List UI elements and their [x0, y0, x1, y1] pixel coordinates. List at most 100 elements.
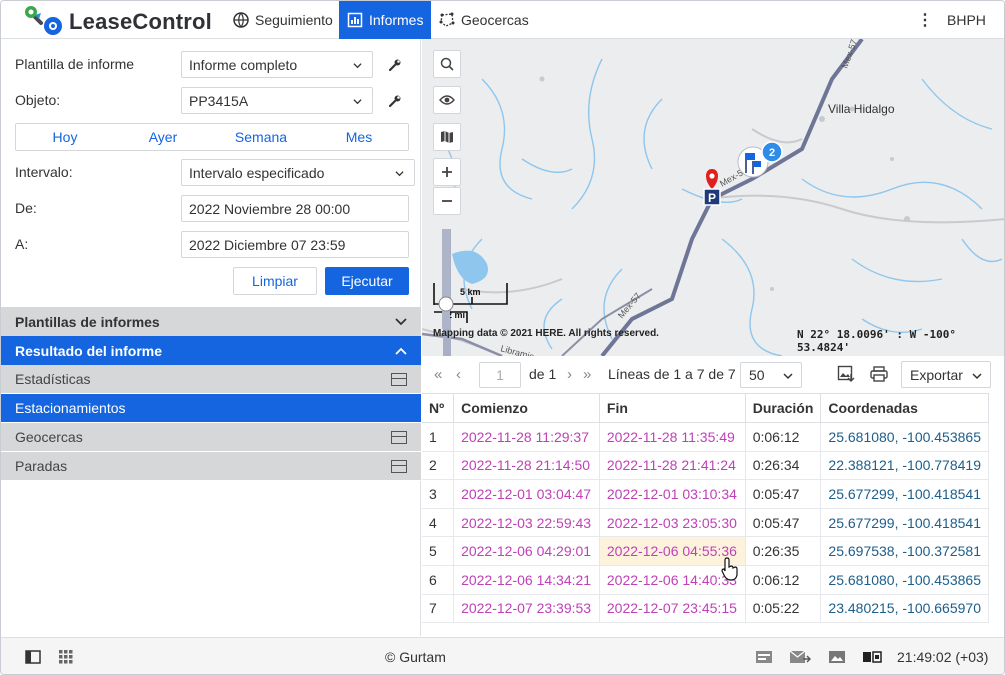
period-mes-button[interactable]: Mes [310, 124, 408, 150]
apps-grid-icon[interactable] [59, 650, 73, 664]
gallery-icon[interactable] [828, 650, 846, 664]
from-label: De: [15, 200, 37, 216]
lines-info: Líneas de 1 a 7 de 7 [608, 366, 736, 382]
column-header-end[interactable]: Fin [599, 393, 746, 423]
from-date-input[interactable]: 2022 Noviembre 28 00:00 [181, 195, 409, 222]
map-layers-button[interactable] [433, 123, 461, 151]
cell-duration: 0:06:12 [745, 422, 822, 452]
table-row[interactable]: 4 2022-12-03 22:59:43 2022-12-03 23:05:30 0… [422, 508, 989, 538]
zoom-slider-handle[interactable] [438, 296, 454, 312]
cell-number: 4 [422, 508, 455, 538]
user-menu[interactable]: BHPH [947, 12, 986, 28]
zoom-out-button[interactable] [433, 187, 461, 215]
column-header-duration[interactable]: Duración [745, 393, 822, 423]
cell-end[interactable]: 2022-11-28 21:41:24 [599, 451, 746, 481]
map-visibility-button[interactable] [433, 86, 461, 114]
nav-tab-seguimiento[interactable]: Seguimiento [225, 1, 341, 39]
nav-tab-label: Geocercas [461, 12, 529, 28]
table-row[interactable]: 6 2022-12-06 14:34:21 2022-12-06 14:40:33 0… [422, 565, 989, 595]
zoom-in-button[interactable] [433, 158, 461, 186]
eye-icon [439, 95, 455, 105]
table-row[interactable]: 5 2022-12-06 04:29:01 2022-12-06 04:55:36 0… [422, 536, 989, 566]
page-number-input[interactable]: 1 [479, 362, 521, 388]
cell-start[interactable]: 2022-11-28 11:29:37 [453, 422, 600, 452]
last-page-icon[interactable]: » [583, 366, 591, 383]
export-button[interactable]: Exportar [901, 361, 991, 388]
rows-per-page-select[interactable]: 50 [740, 362, 802, 388]
server-clock: 21:49:02 (+03) [897, 649, 989, 665]
cell-start[interactable]: 2022-12-07 23:39:53 [453, 594, 600, 624]
result-item-label: Geocercas [15, 429, 83, 445]
cell-end[interactable]: 2022-12-01 03:10:34 [599, 479, 746, 509]
messages-icon[interactable] [789, 650, 811, 664]
cell-coordinates[interactable]: 25.677299, -100.418541 [820, 479, 989, 509]
app-window: LeaseControl Seguimiento Informes Geocer… [0, 0, 1005, 675]
parking-marker-icon[interactable]: P [703, 188, 721, 206]
prev-page-icon[interactable]: ‹ [456, 366, 461, 383]
map-search-button[interactable] [433, 50, 461, 78]
period-hoy-button[interactable]: Hoy [16, 124, 114, 150]
panel-toggle-icon[interactable] [25, 650, 41, 664]
cell-duration: 0:05:22 [745, 594, 822, 624]
wrench-icon[interactable] [388, 58, 402, 72]
monitoring-icon[interactable] [862, 650, 882, 664]
cell-start[interactable]: 2022-11-28 21:14:50 [453, 451, 600, 481]
plus-icon [442, 167, 452, 177]
next-page-icon[interactable]: › [567, 366, 572, 383]
column-header-start[interactable]: Comienzo [453, 393, 600, 423]
table-row[interactable]: 7 2022-12-07 23:39:53 2022-12-07 23:45:15 0… [422, 594, 989, 624]
map-view[interactable]: Villa Hidalgo Mex-57 Mex-5 Mex-57 Libram… [422, 39, 1005, 356]
templates-section-header[interactable]: Plantillas de informes [1, 307, 421, 336]
cell-end[interactable]: 2022-12-07 23:45:15 [599, 594, 746, 624]
cell-start[interactable]: 2022-12-06 14:34:21 [453, 565, 600, 595]
nav-tab-informes[interactable]: Informes [339, 1, 432, 39]
notifications-icon[interactable] [755, 650, 773, 664]
result-item-geocercas[interactable]: Geocercas [1, 423, 421, 452]
column-header-coordinates[interactable]: Coordenadas [820, 393, 989, 423]
cell-coordinates[interactable]: 25.681080, -100.453865 [820, 565, 989, 595]
period-ayer-button[interactable]: Ayer [114, 124, 212, 150]
result-item-label: Estadísticas [15, 371, 91, 387]
table-view-icon[interactable] [391, 459, 407, 473]
result-item-estadisticas[interactable]: Estadísticas [1, 365, 421, 394]
geofence-icon [439, 12, 455, 27]
print-icon[interactable] [870, 366, 888, 382]
cell-start[interactable]: 2022-12-03 22:59:43 [453, 508, 600, 538]
interval-select[interactable]: Intervalo especificado [181, 159, 415, 186]
to-date-input[interactable]: 2022 Diciembre 07 23:59 [181, 231, 409, 258]
cell-start[interactable]: 2022-12-01 03:04:47 [453, 479, 600, 509]
scale-km-label: 5 km [460, 287, 481, 297]
result-item-paradas[interactable]: Paradas [1, 452, 421, 481]
brand-name: LeaseControl [69, 9, 212, 34]
cell-coordinates[interactable]: 25.677299, -100.418541 [820, 508, 989, 538]
table-view-icon[interactable] [391, 372, 407, 386]
cell-end[interactable]: 2022-11-28 11:35:49 [599, 422, 746, 452]
map-canvas[interactable]: Villa Hidalgo Mex-57 Mex-5 Mex-57 Libram… [422, 39, 1005, 356]
table-row[interactable]: 1 2022-11-28 11:29:37 2022-11-28 11:35:49 0… [422, 422, 989, 452]
nav-tab-geocercas[interactable]: Geocercas [431, 1, 537, 39]
column-header-no[interactable]: Nº [422, 393, 455, 423]
clear-button[interactable]: Limpiar [233, 267, 317, 295]
table-row[interactable]: 3 2022-12-01 03:04:47 2022-12-01 03:10:34 0… [422, 479, 989, 509]
chevron-down-icon [353, 99, 362, 105]
period-semana-button[interactable]: Semana [212, 124, 310, 150]
cell-coordinates[interactable]: 22.388121, -100.778419 [820, 451, 989, 481]
run-button[interactable]: Ejecutar [325, 267, 409, 295]
cell-end[interactable]: 2022-12-03 23:05:30 [599, 508, 746, 538]
cell-coordinates[interactable]: 23.480215, -100.665970 [820, 594, 989, 624]
wrench-icon[interactable] [388, 94, 402, 108]
cell-start[interactable]: 2022-12-06 04:29:01 [453, 536, 600, 566]
template-select[interactable]: Informe completo [181, 51, 373, 78]
result-section-header[interactable]: Resultado del informe [1, 336, 421, 365]
table-row[interactable]: 2 2022-11-28 21:14:50 2022-11-28 21:41:24 0… [422, 451, 989, 481]
first-page-icon[interactable]: « [434, 366, 442, 383]
image-export-icon[interactable] [837, 365, 855, 383]
object-select[interactable]: PP3415A [181, 87, 373, 114]
zoom-slider-track[interactable] [442, 229, 450, 329]
result-item-estacionamientos[interactable]: Estacionamientos [1, 394, 421, 423]
table-view-icon[interactable] [391, 430, 407, 444]
cell-duration: 0:06:12 [745, 565, 822, 595]
cell-coordinates[interactable]: 25.697538, -100.372581 [820, 536, 989, 566]
cell-coordinates[interactable]: 25.681080, -100.453865 [820, 422, 989, 452]
more-menu-icon[interactable]: ⋮ [917, 10, 933, 30]
